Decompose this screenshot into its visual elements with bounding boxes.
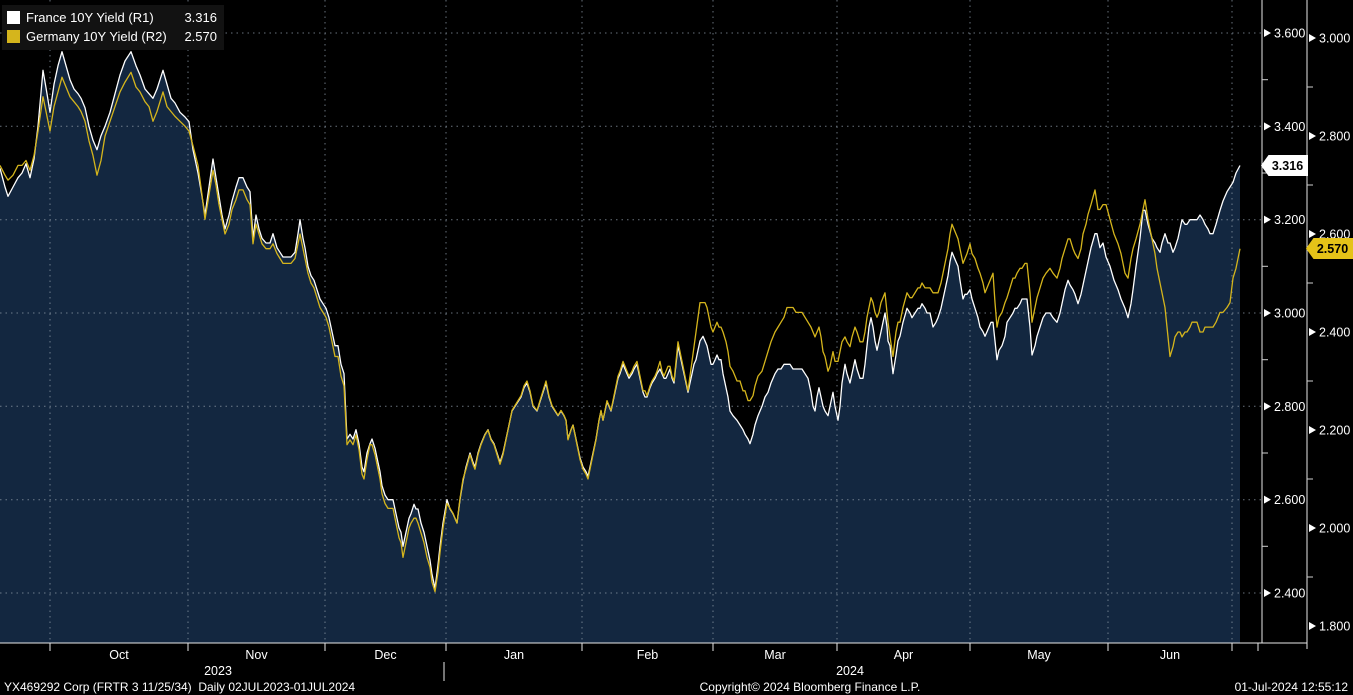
status-bar: YX469292 Corp (FRTR 3 11/25/34) Daily 02… [0, 678, 1353, 695]
germany-series-swatch-icon [7, 30, 20, 43]
legend-label: France 10Y Yield (R1) [26, 10, 154, 25]
last-price-badge-r1: 3.316 [1261, 155, 1308, 176]
x-month-label: Mar [764, 648, 786, 662]
y-tick-label: 2.600 [1274, 493, 1305, 507]
legend-last-value: 3.316 [184, 10, 217, 25]
x-month-label: Nov [245, 648, 268, 662]
plot-area[interactable]: 3.600 3.400 3.200 3.000 2.800 2.600 2.400 3.000… [0, 0, 1353, 695]
y-tick-label: 2.000 [1319, 522, 1350, 536]
y-tick-label: 2.400 [1319, 326, 1350, 340]
legend-last-value: 2.570 [184, 29, 217, 44]
y-tick-label: 1.800 [1319, 620, 1350, 634]
y-tick-label: 2.400 [1274, 587, 1305, 601]
x-year-label: 2024 [836, 664, 864, 678]
y-tick-label: 3.000 [1319, 32, 1350, 46]
x-month-label: Apr [894, 648, 913, 662]
legend-label: Germany 10Y Yield (R2) [26, 29, 167, 44]
area-fill [0, 51, 1240, 643]
y-tick-label: 2.200 [1319, 424, 1350, 438]
y-tick-label: 3.000 [1274, 307, 1305, 321]
y-axis-r1[interactable]: 3.600 3.400 3.200 3.000 2.800 2.600 2.400 [1262, 27, 1305, 601]
security-description: YX469292 Corp (FRTR 3 11/25/34) Daily 02… [4, 680, 356, 694]
x-year-label: 2023 [204, 664, 232, 678]
y-tick-label: 2.800 [1319, 130, 1350, 144]
y-tick-label: 2.800 [1274, 400, 1305, 414]
france-series-swatch-icon [7, 11, 20, 24]
x-month-label: May [1027, 648, 1051, 662]
copyright-notice: Copyright© 2024 Bloomberg Finance L.P. [699, 680, 921, 694]
legend-item-france[interactable]: France 10Y Yield (R1) 3.316 [7, 8, 217, 27]
y-tick-label: 3.400 [1274, 120, 1305, 134]
x-month-label: Dec [374, 648, 396, 662]
y-axis-r2[interactable]: 3.0002.8002.6002.4002.2002.0001.800 [1307, 32, 1350, 634]
y-tick-label: 3.200 [1274, 213, 1305, 227]
bloomberg-yield-chart: 3.600 3.400 3.200 3.000 2.800 2.600 2.400 3.000… [0, 0, 1353, 695]
timestamp: 01-Jul-2024 12:55:12 [1234, 680, 1348, 694]
legend: France 10Y Yield (R1) 3.316 Germany 10Y … [2, 5, 224, 50]
legend-item-germany[interactable]: Germany 10Y Yield (R2) 2.570 [7, 27, 217, 46]
x-month-label: Feb [637, 648, 659, 662]
last-price-badge-r2: 2.570 [1306, 238, 1353, 259]
x-month-label: Jun [1160, 648, 1180, 662]
x-axis[interactable]: Oct Nov Dec Jan Feb Mar Apr May Jun 2023 2024 [49, 643, 1259, 681]
y-tick-label: 3.600 [1274, 27, 1305, 41]
x-month-label: Oct [109, 648, 129, 662]
x-month-label: Jan [504, 648, 524, 662]
